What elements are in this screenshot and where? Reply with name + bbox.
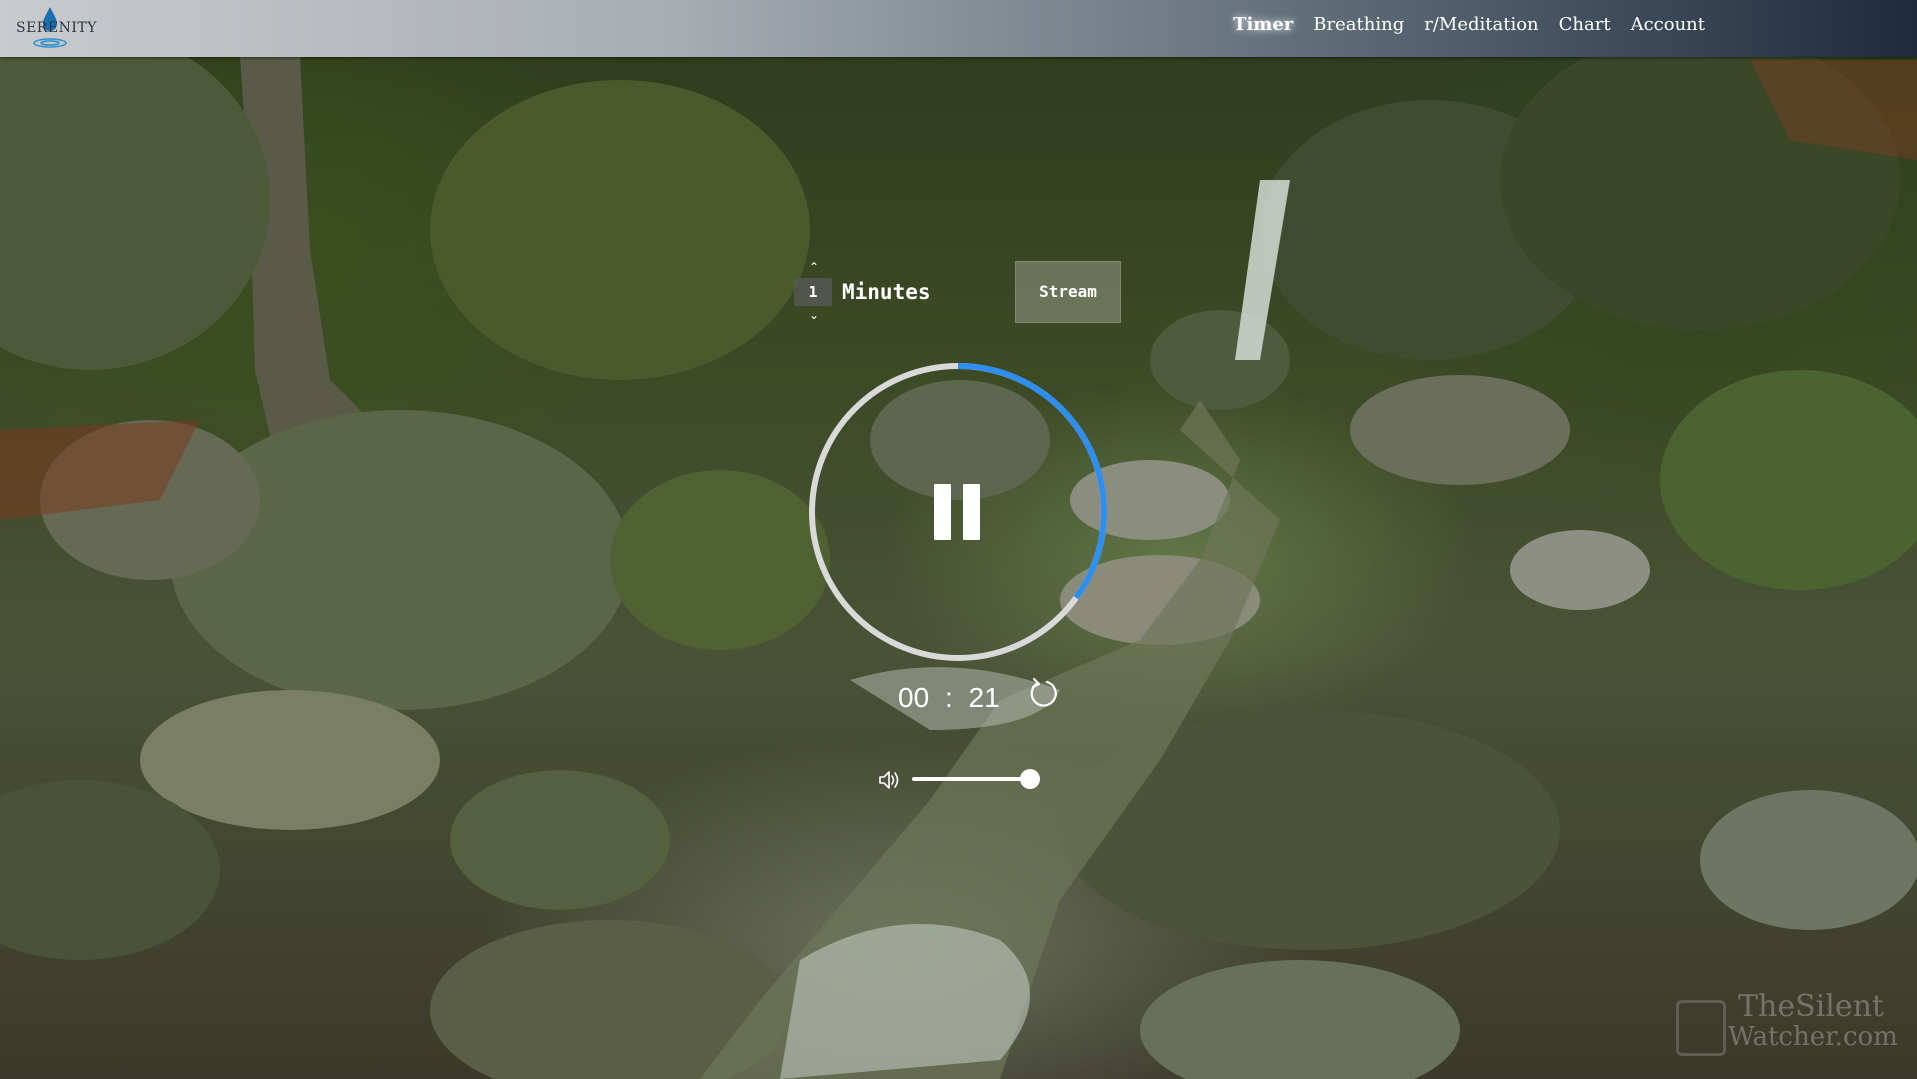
minutes-label: Minutes (842, 280, 931, 304)
pause-icon-right-bar (963, 484, 980, 540)
time-minutes: 00 (898, 682, 930, 713)
volume-icon[interactable] (878, 769, 902, 791)
ring-progress-arc (957, 363, 1107, 600)
volume-slider[interactable] (912, 769, 1040, 789)
video-watermark: TheSilent Watcher.com (1676, 992, 1906, 1062)
pause-button[interactable] (934, 484, 980, 540)
nav-item-meditation[interactable]: r/Meditation (1424, 14, 1538, 35)
top-navbar: SERENITY Timer Breathing r/Meditation Ch… (0, 0, 1917, 57)
pause-icon-left-bar (934, 484, 951, 540)
logo-text: SERENITY (16, 20, 97, 36)
minutes-value[interactable]: 1 (794, 278, 832, 306)
minutes-picker: ⌃ 1 Minutes ⌄ (794, 258, 964, 326)
minutes-increase-icon[interactable]: ⌃ (806, 260, 822, 274)
nav-item-account[interactable]: Account (1631, 14, 1705, 35)
volume-slider-thumb[interactable] (1020, 769, 1040, 789)
minutes-decrease-icon[interactable]: ⌄ (806, 308, 822, 322)
watermark-line2: Watcher.com (1728, 1022, 1898, 1052)
serenity-logo[interactable]: SERENITY (10, 3, 96, 53)
nav-links: Timer Breathing r/Meditation Chart Accou… (1233, 14, 1705, 35)
nav-item-chart[interactable]: Chart (1559, 14, 1611, 35)
nav-item-breathing[interactable]: Breathing (1313, 14, 1404, 35)
watermark-line1: TheSilent (1738, 989, 1884, 1024)
watermark-logo (1676, 1000, 1726, 1056)
reset-icon[interactable] (1030, 677, 1060, 709)
time-separator: : (944, 682, 953, 713)
nav-item-timer[interactable]: Timer (1233, 14, 1293, 35)
stream-button[interactable]: Stream (1015, 261, 1121, 323)
time-readout: 00 : 21 (898, 680, 1018, 716)
time-seconds: 21 (968, 682, 1000, 713)
